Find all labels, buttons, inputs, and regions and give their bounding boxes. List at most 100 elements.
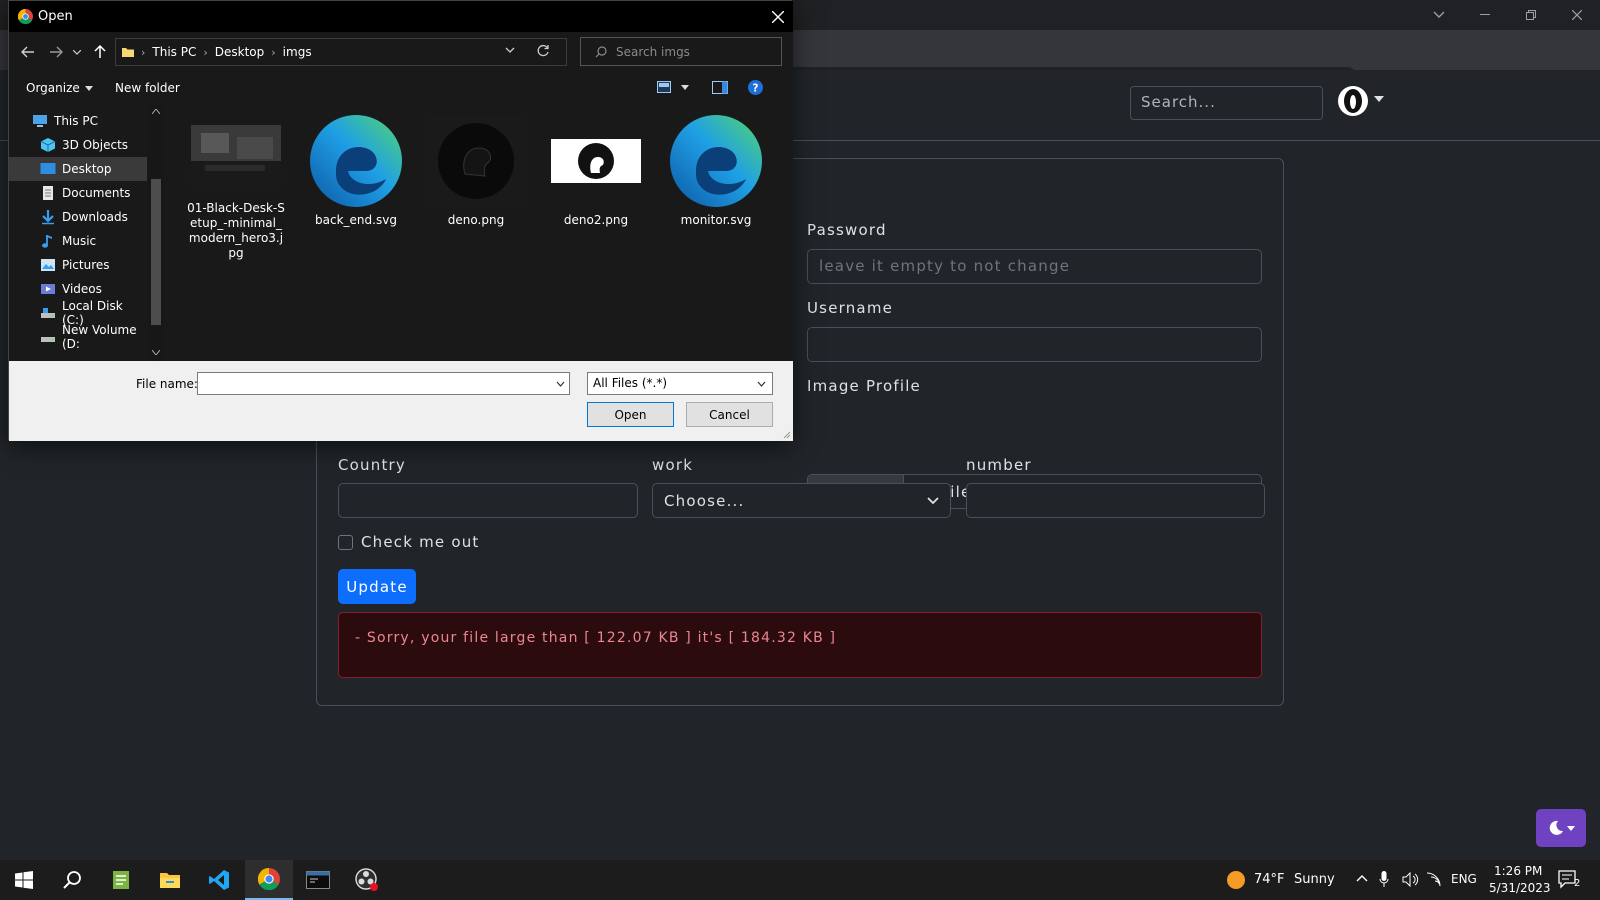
start-icon[interactable]: [0, 860, 48, 900]
file-name: monitor.svg: [680, 213, 752, 227]
clock-date[interactable]: 5/31/2023: [1489, 881, 1551, 895]
error-alert: - Sorry, your file large than [ 122.07 K…: [338, 612, 1262, 678]
file-item[interactable]: 01-Black-Desk-Setup_-minimal_modern_hero…: [180, 111, 292, 261]
weather-desc[interactable]: Sunny: [1294, 872, 1335, 887]
notification-count: 2: [1574, 878, 1581, 889]
organize-button[interactable]: Organize: [26, 81, 93, 95]
scroll-thumb[interactable]: [151, 179, 161, 325]
username-input[interactable]: [807, 327, 1262, 362]
cancel-button[interactable]: Cancel: [686, 402, 773, 427]
breadcrumb-imgs[interactable]: imgs: [283, 45, 312, 59]
update-button[interactable]: Update: [338, 569, 416, 604]
search-placeholder: Search imgs: [616, 44, 690, 59]
volume-icon[interactable]: [1402, 872, 1419, 887]
back-arrow-icon[interactable]: [19, 43, 37, 61]
file-item[interactable]: monitor.svg: [660, 111, 772, 261]
search-icon: [595, 45, 607, 58]
file-item[interactable]: back_end.svg: [300, 111, 412, 261]
recent-dropdown-icon[interactable]: [71, 43, 83, 61]
new-folder-button[interactable]: New folder: [115, 81, 180, 95]
nav-pane-scrollbar[interactable]: [148, 105, 164, 361]
download-icon: [42, 210, 54, 225]
caret-down-icon: [1566, 825, 1575, 831]
search-icon[interactable]: [48, 860, 96, 900]
check-me-out-checkbox[interactable]: [338, 535, 353, 550]
dialog-title: Open: [38, 9, 73, 24]
obs-icon[interactable]: [343, 860, 391, 900]
theme-toggle-button[interactable]: [1536, 809, 1586, 847]
file-item[interactable]: deno.png: [420, 111, 532, 261]
scroll-up-icon: [152, 109, 160, 114]
breadcrumb-desktop[interactable]: Desktop: [215, 45, 265, 59]
file-name: deno.png: [447, 213, 505, 227]
tray-chevron-up-icon[interactable]: [1356, 874, 1368, 882]
file-name-input[interactable]: [197, 372, 570, 395]
breadcrumb-this-pc[interactable]: This PC: [152, 45, 196, 59]
password-input[interactable]: leave it empty to not change: [807, 249, 1262, 284]
number-input[interactable]: [966, 483, 1265, 518]
dialog-body: This PC 3D Objects Desktop Documents Dow…: [9, 105, 793, 361]
file-name: deno2.png: [563, 213, 629, 227]
weather-sun-icon[interactable]: [1226, 870, 1246, 890]
view-options-icon[interactable]: [657, 81, 689, 93]
open-file-dialog: Open › This PC › Desktop › imgs Search i…: [8, 0, 793, 441]
dialog-search-input[interactable]: Search imgs: [580, 37, 782, 66]
refresh-icon[interactable]: [536, 44, 550, 58]
breadcrumb-chevron-icon: ›: [271, 45, 276, 59]
restore-icon[interactable]: [1508, 0, 1554, 30]
pc-icon: [33, 115, 47, 127]
nav-item-3d-objects[interactable]: 3D Objects: [9, 133, 147, 157]
file-type-select[interactable]: All Files (*.*): [587, 372, 773, 395]
username-label: Username: [807, 299, 894, 317]
preview-pane-icon[interactable]: [712, 81, 728, 94]
country-input[interactable]: [338, 483, 638, 518]
navigation-pane: This PC 3D Objects Desktop Documents Dow…: [9, 105, 164, 361]
tab-search-icon[interactable]: [1416, 0, 1462, 30]
forward-arrow-icon[interactable]: [47, 43, 65, 61]
nav-item-documents[interactable]: Documents: [9, 181, 147, 205]
nav-search-input[interactable]: Search...: [1130, 86, 1323, 120]
dialog-footer: File name: All Files (*.*) Open Cancel: [9, 361, 793, 441]
minimize-icon[interactable]: [1462, 0, 1508, 30]
nav-item-music[interactable]: Music: [9, 229, 147, 253]
nav-item-downloads[interactable]: Downloads: [9, 205, 147, 229]
help-icon[interactable]: ?: [748, 80, 763, 95]
nav-item-new-volume-d[interactable]: New Volume (D:: [9, 323, 147, 351]
chrome-icon: [18, 9, 33, 24]
notepad-icon[interactable]: [97, 860, 145, 900]
breadcrumb[interactable]: › This PC › Desktop › imgs: [115, 38, 567, 66]
clock-time[interactable]: 1:26 PM: [1494, 864, 1542, 878]
country-label: Country: [338, 456, 406, 474]
microphone-icon[interactable]: [1379, 871, 1389, 888]
scroll-down-icon: [152, 350, 160, 355]
nav-item-pictures[interactable]: Pictures: [9, 253, 147, 277]
nav-item-desktop[interactable]: Desktop: [9, 157, 147, 181]
vscode-icon[interactable]: [195, 860, 243, 900]
terminal-icon[interactable]: [294, 860, 342, 900]
dialog-titlebar: Open: [9, 1, 793, 32]
nav-item-label: This PC: [54, 114, 98, 128]
nav-item-label: Videos: [62, 282, 102, 296]
file-item[interactable]: deno2.png: [540, 111, 652, 261]
chrome-icon[interactable]: [245, 860, 293, 900]
nav-item-this-pc[interactable]: This PC: [9, 109, 147, 133]
address-dropdown-icon[interactable]: [505, 47, 515, 53]
chevron-down-icon: [927, 496, 939, 505]
svg-text:?: ?: [753, 82, 759, 94]
up-arrow-icon[interactable]: [91, 43, 109, 61]
open-button[interactable]: Open: [587, 402, 674, 427]
nav-item-local-disk-c[interactable]: Local Disk (C:): [9, 299, 147, 327]
breadcrumb-chevron-icon: ›: [141, 45, 146, 59]
close-window-icon[interactable]: [1554, 0, 1600, 30]
user-avatar[interactable]: [1338, 86, 1368, 116]
nav-item-videos[interactable]: Videos: [9, 277, 147, 301]
weather-temp[interactable]: 74°F: [1254, 872, 1285, 887]
user-menu-caret-icon[interactable]: [1374, 96, 1384, 102]
moon-icon: [1548, 820, 1564, 836]
network-icon[interactable]: [1426, 872, 1442, 887]
language-indicator[interactable]: ENG: [1451, 872, 1477, 886]
work-selected-value: Choose...: [664, 491, 745, 510]
dialog-close-icon[interactable]: [763, 1, 793, 32]
file-explorer-icon[interactable]: [146, 860, 194, 900]
work-select[interactable]: Choose...: [652, 483, 951, 518]
